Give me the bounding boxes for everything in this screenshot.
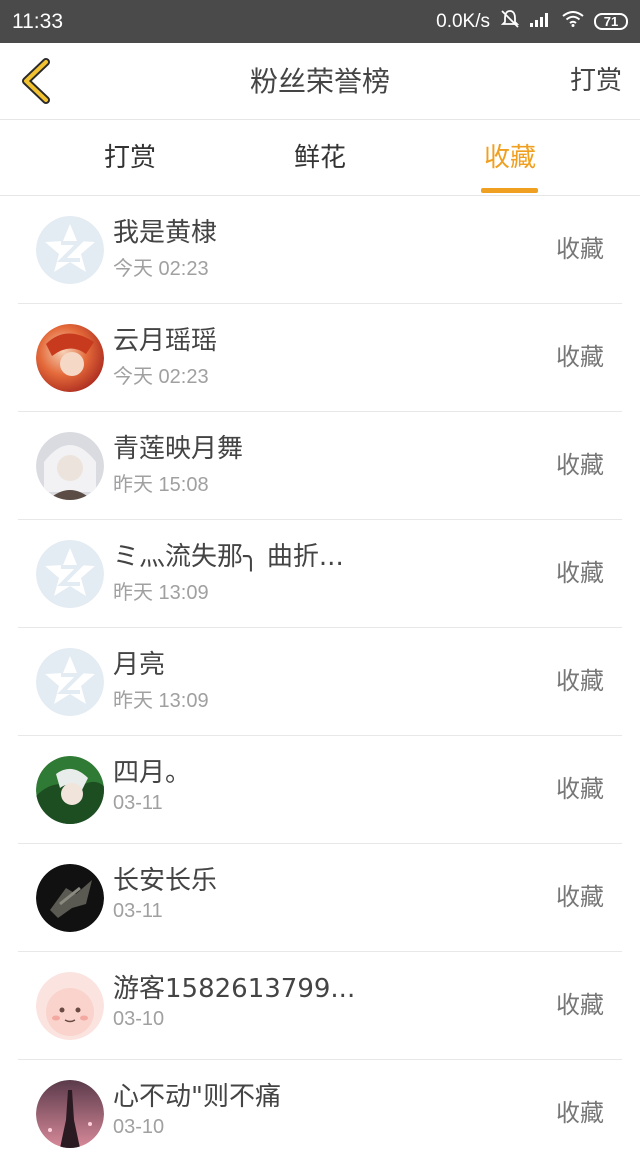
avatar — [36, 432, 104, 500]
timestamp: 03-11 — [113, 792, 163, 814]
action-type: 收藏 — [556, 775, 604, 803]
default-avatar-icon — [36, 540, 104, 608]
list-item[interactable]: 月亮 昨天 13:09 收藏 — [0, 628, 640, 736]
tab-flowers[interactable]: 鲜花 — [250, 120, 390, 196]
list-item[interactable]: 长安长乐 03-11 收藏 — [0, 844, 640, 952]
action-type: 收藏 — [556, 1099, 604, 1127]
timestamp: 昨天 13:09 — [113, 582, 209, 604]
list-item[interactable]: 游客1582613799... 03-10 收藏 — [0, 952, 640, 1060]
user-name: 云月瑶瑶 — [113, 326, 218, 356]
action-type: 收藏 — [556, 991, 604, 1019]
status-bar: 11:33 0.0K/s 71 — [0, 0, 640, 43]
action-type: 收藏 — [556, 883, 604, 911]
user-name: 长安长乐 — [113, 866, 218, 896]
timestamp: 今天 02:23 — [113, 258, 209, 280]
status-indicators: 0.0K/s 71 — [436, 9, 628, 35]
user-name: 游客1582613799... — [113, 974, 356, 1004]
tab-reward[interactable]: 打赏 — [60, 120, 200, 196]
tab-favorites[interactable]: 收藏 — [440, 120, 580, 196]
timestamp: 昨天 13:09 — [113, 690, 209, 712]
action-type: 收藏 — [556, 451, 604, 479]
battery-icon: 71 — [594, 13, 628, 30]
net-speed: 0.0K/s — [436, 10, 490, 32]
timestamp: 03-10 — [113, 1116, 165, 1138]
list-item[interactable]: 四月。 03-11 收藏 — [0, 736, 640, 844]
user-name: 月亮 — [113, 650, 166, 680]
tab-bar: 打赏 鲜花 收藏 — [0, 120, 640, 196]
timestamp: 昨天 15:08 — [113, 474, 209, 496]
timestamp: 03-10 — [113, 1008, 165, 1030]
user-name: 四月。 — [113, 758, 192, 788]
list-item[interactable]: 我是黄棣 今天 02:23 收藏 — [0, 196, 640, 304]
wifi-icon — [562, 10, 584, 33]
list-item[interactable]: 心不动"则不痛 03-10 收藏 — [0, 1060, 640, 1168]
page-title: 粉丝荣誉榜 — [249, 65, 390, 98]
status-time: 11:33 — [12, 9, 63, 33]
active-tab-indicator — [481, 188, 538, 193]
action-type: 收藏 — [556, 559, 604, 587]
list-item[interactable]: ミ灬流失那╮ 曲折... 昨天 13:09 收藏 — [0, 520, 640, 628]
timestamp: 今天 02:23 — [113, 366, 209, 388]
user-name: ミ灬流失那╮ 曲折... — [113, 542, 344, 572]
action-type: 收藏 — [556, 235, 604, 263]
default-avatar-icon — [36, 216, 104, 284]
list-item[interactable]: 云月瑶瑶 今天 02:23 收藏 — [0, 304, 640, 412]
action-type: 收藏 — [556, 343, 604, 371]
avatar — [36, 756, 104, 824]
avatar — [36, 324, 104, 392]
list-item[interactable]: 青莲映月舞 昨天 15:08 收藏 — [0, 412, 640, 520]
avatar — [36, 972, 104, 1040]
reward-button[interactable]: 打赏 — [570, 43, 622, 120]
action-type: 收藏 — [556, 667, 604, 695]
user-name: 心不动"则不痛 — [113, 1082, 281, 1112]
signal-icon — [530, 11, 552, 33]
mute-icon — [500, 9, 520, 35]
user-name: 我是黄棣 — [113, 218, 218, 248]
timestamp: 03-11 — [113, 900, 163, 922]
avatar — [36, 864, 104, 932]
user-name: 青莲映月舞 — [113, 434, 244, 464]
default-avatar-icon — [36, 648, 104, 716]
top-nav-bar: 粉丝荣誉榜 打赏 — [0, 43, 640, 120]
